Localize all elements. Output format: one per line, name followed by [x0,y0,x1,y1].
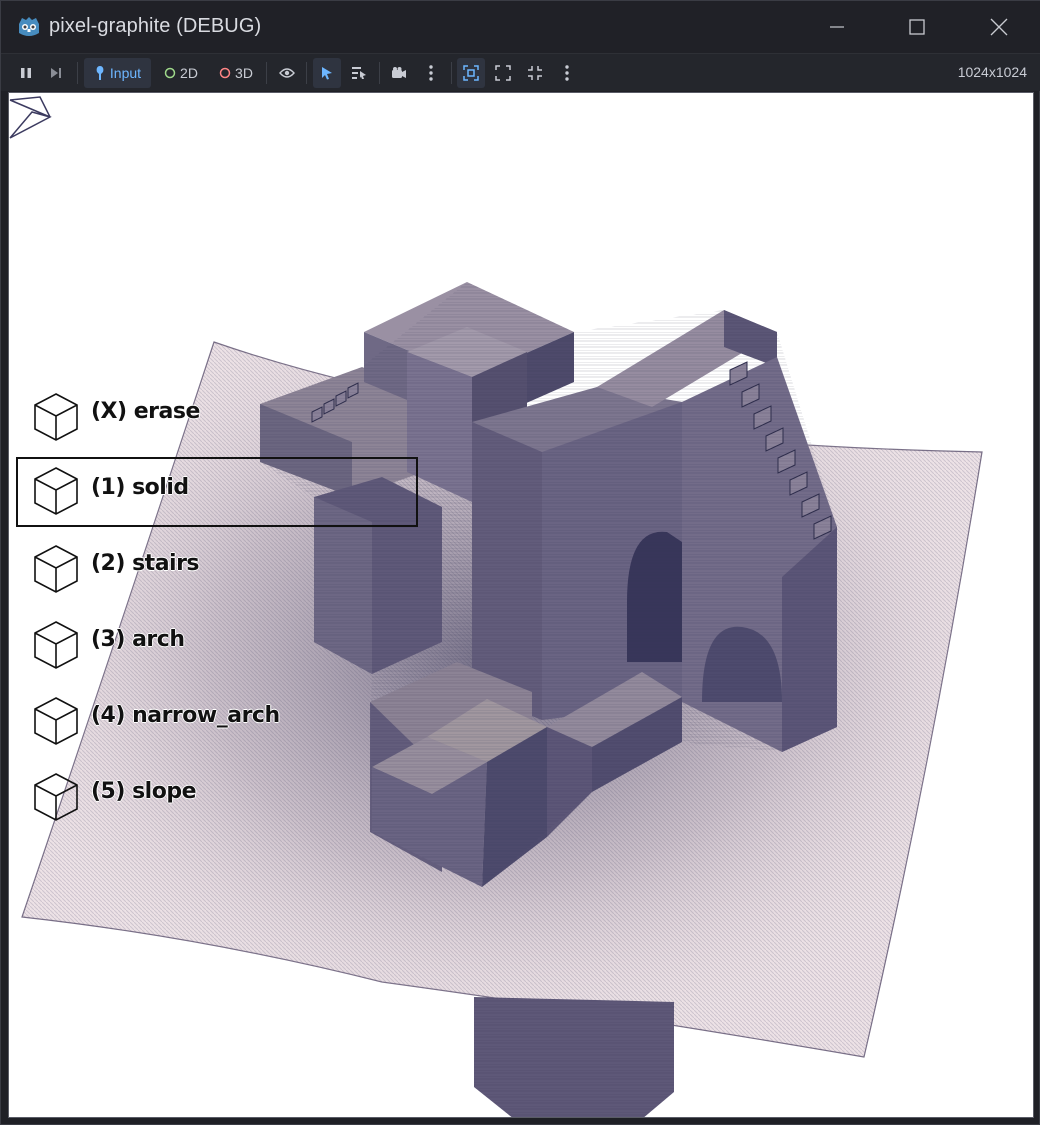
resolution-label: 1024x1024 [957,64,1027,80]
palette-item-erase[interactable]: (X) erase [29,389,419,445]
kebab-menu-icon [565,65,569,81]
pause-icon [21,68,31,78]
mode-3d-label: 3D [235,65,253,81]
visibility-button[interactable] [273,58,301,88]
palette-label: (1) solid [91,475,189,500]
palette-item-solid[interactable]: (1) solid [16,457,418,527]
game-window: pixel-graphite (DEBUG) Input 2D 3D 1024x… [0,0,1040,1125]
select-tool-button[interactable] [313,58,341,88]
cube-icon [34,545,78,593]
title-bar[interactable]: pixel-graphite (DEBUG) [1,1,1040,53]
expand-icon [495,65,511,81]
palette-label: (5) slope [91,779,197,804]
godot-icon [16,15,42,39]
more-options-button[interactable] [417,58,445,88]
embed-icon [463,65,479,81]
input-mode-label: Input [109,65,142,81]
mode-3d-button[interactable]: 3D [214,58,258,88]
palette-item-stairs[interactable]: (2) stairs [29,541,419,597]
cube-icon [34,773,78,821]
cube-icon [34,393,78,441]
window-title: pixel-graphite (DEBUG) [49,15,262,37]
gizmo-marker [9,96,52,139]
kebab-menu-icon [429,65,433,81]
next-frame-button[interactable] [43,58,69,88]
palette-item-narrow-arch[interactable]: (4) narrow_arch [29,693,419,749]
minimize-button[interactable] [797,1,877,53]
node-3d-icon [219,67,231,79]
window-options-button[interactable] [553,58,581,88]
list-select-icon [352,67,366,79]
eye-icon [279,68,295,78]
maximize-icon [909,19,925,35]
fullscreen-icon [528,66,542,80]
camera-override-button[interactable] [385,58,413,88]
list-select-button[interactable] [345,58,373,88]
palette-item-arch[interactable]: (3) arch [29,617,419,673]
pause-button[interactable] [13,58,39,88]
palette-label: (X) erase [91,399,200,424]
embed-window-button[interactable] [457,58,485,88]
minimize-icon [830,26,844,28]
fit-window-button[interactable] [489,58,517,88]
fullscreen-button[interactable] [521,58,549,88]
palette-item-slope[interactable]: (5) slope [29,769,419,825]
close-icon [990,18,1008,36]
input-icon [96,66,104,80]
cube-icon [34,467,78,515]
isometric-scene [9,96,983,1117]
game-viewport[interactable]: (X) erase (1) solid (2) stairs (3) arch [8,92,1034,1118]
camera-icon [392,67,406,78]
input-mode-button[interactable]: Input [84,58,151,88]
debug-toolbar: Input 2D 3D 1024x1024 [1,53,1040,91]
cursor-icon [322,67,332,80]
step-forward-icon [51,68,61,78]
mode-2d-label: 2D [180,65,198,81]
cube-icon [34,697,78,745]
close-button[interactable] [959,1,1039,53]
palette-label: (3) arch [91,627,185,652]
cube-icon [34,621,78,669]
palette-label: (4) narrow_arch [91,703,280,728]
mode-2d-button[interactable]: 2D [159,58,203,88]
maximize-button[interactable] [877,1,957,53]
palette-label: (2) stairs [91,551,200,576]
node-2d-icon [164,67,176,79]
